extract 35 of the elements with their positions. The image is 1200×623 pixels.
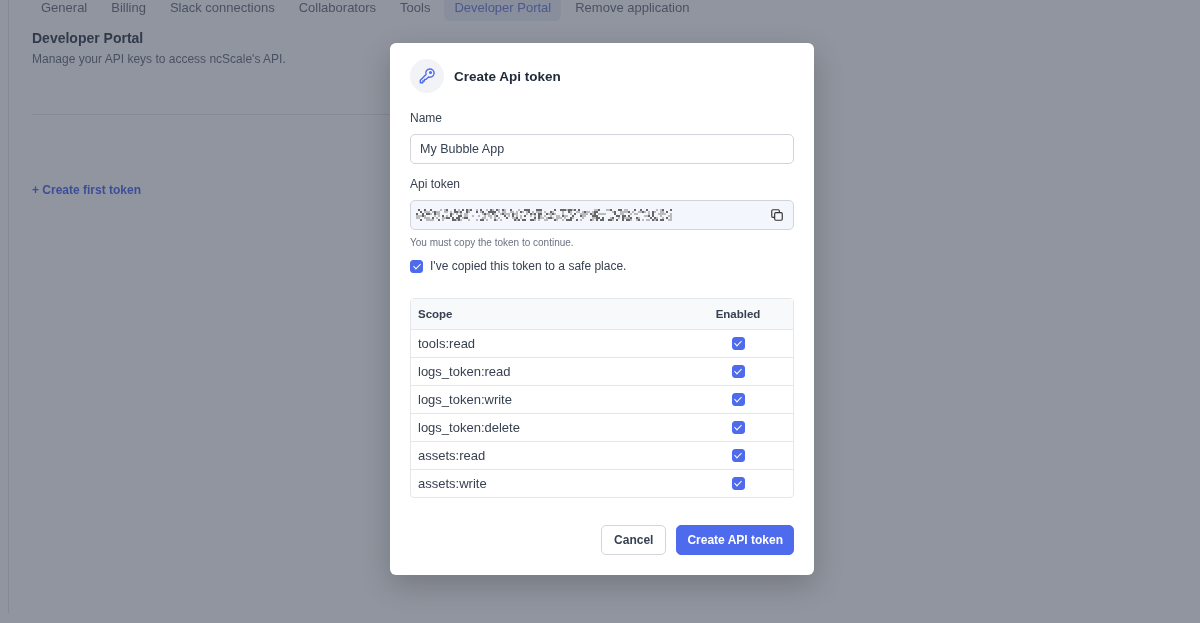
hint-text: You must copy the token to continue. xyxy=(410,237,575,248)
checkbox[interactable] xyxy=(731,477,745,490)
table-cell-text: assets:read xyxy=(417,448,487,463)
cancel-button[interactable]: Cancel xyxy=(601,525,667,555)
checkbox[interactable] xyxy=(410,259,423,273)
name-field[interactable]: My Bubble App xyxy=(410,134,794,164)
tab[interactable]: General xyxy=(31,0,98,21)
key-icon xyxy=(410,59,444,93)
page-title: Developer Portal xyxy=(32,30,145,46)
column-header: Enabled xyxy=(714,308,762,320)
table-cell-text: tools:read xyxy=(417,336,477,351)
dialog-title: Create Api token xyxy=(454,68,561,84)
table-cell-text: logs_token:delete xyxy=(417,420,521,435)
column-header: Scope xyxy=(417,308,454,320)
field-label: Name xyxy=(410,111,443,125)
tab[interactable]: Developer Portal xyxy=(444,0,562,21)
checkbox[interactable] xyxy=(731,365,745,378)
field-label: Api token xyxy=(410,177,462,191)
tab[interactable]: Tools xyxy=(390,0,441,21)
tab[interactable]: Billing xyxy=(101,0,156,21)
tab[interactable]: Remove application xyxy=(565,0,700,21)
checkbox-label: I've copied this token to a safe place. xyxy=(430,259,627,273)
copy-icon[interactable] xyxy=(770,208,784,222)
tab[interactable]: Slack connections xyxy=(159,0,285,21)
checkbox[interactable] xyxy=(731,337,745,350)
table-cell-text: logs_token:write xyxy=(417,392,513,407)
table-cell-text: assets:write xyxy=(417,476,488,491)
page-subtitle: Manage your API keys to access ncScale's API. xyxy=(32,52,287,66)
table-cell-text: logs_token:read xyxy=(417,364,512,379)
tab[interactable]: Collaborators xyxy=(288,0,387,21)
checkbox[interactable] xyxy=(731,449,745,462)
checkbox[interactable] xyxy=(731,393,745,406)
checkbox[interactable] xyxy=(731,421,745,434)
create-button[interactable]: Create API token xyxy=(676,525,794,555)
create-token-link[interactable]: + Create first token xyxy=(32,183,142,197)
